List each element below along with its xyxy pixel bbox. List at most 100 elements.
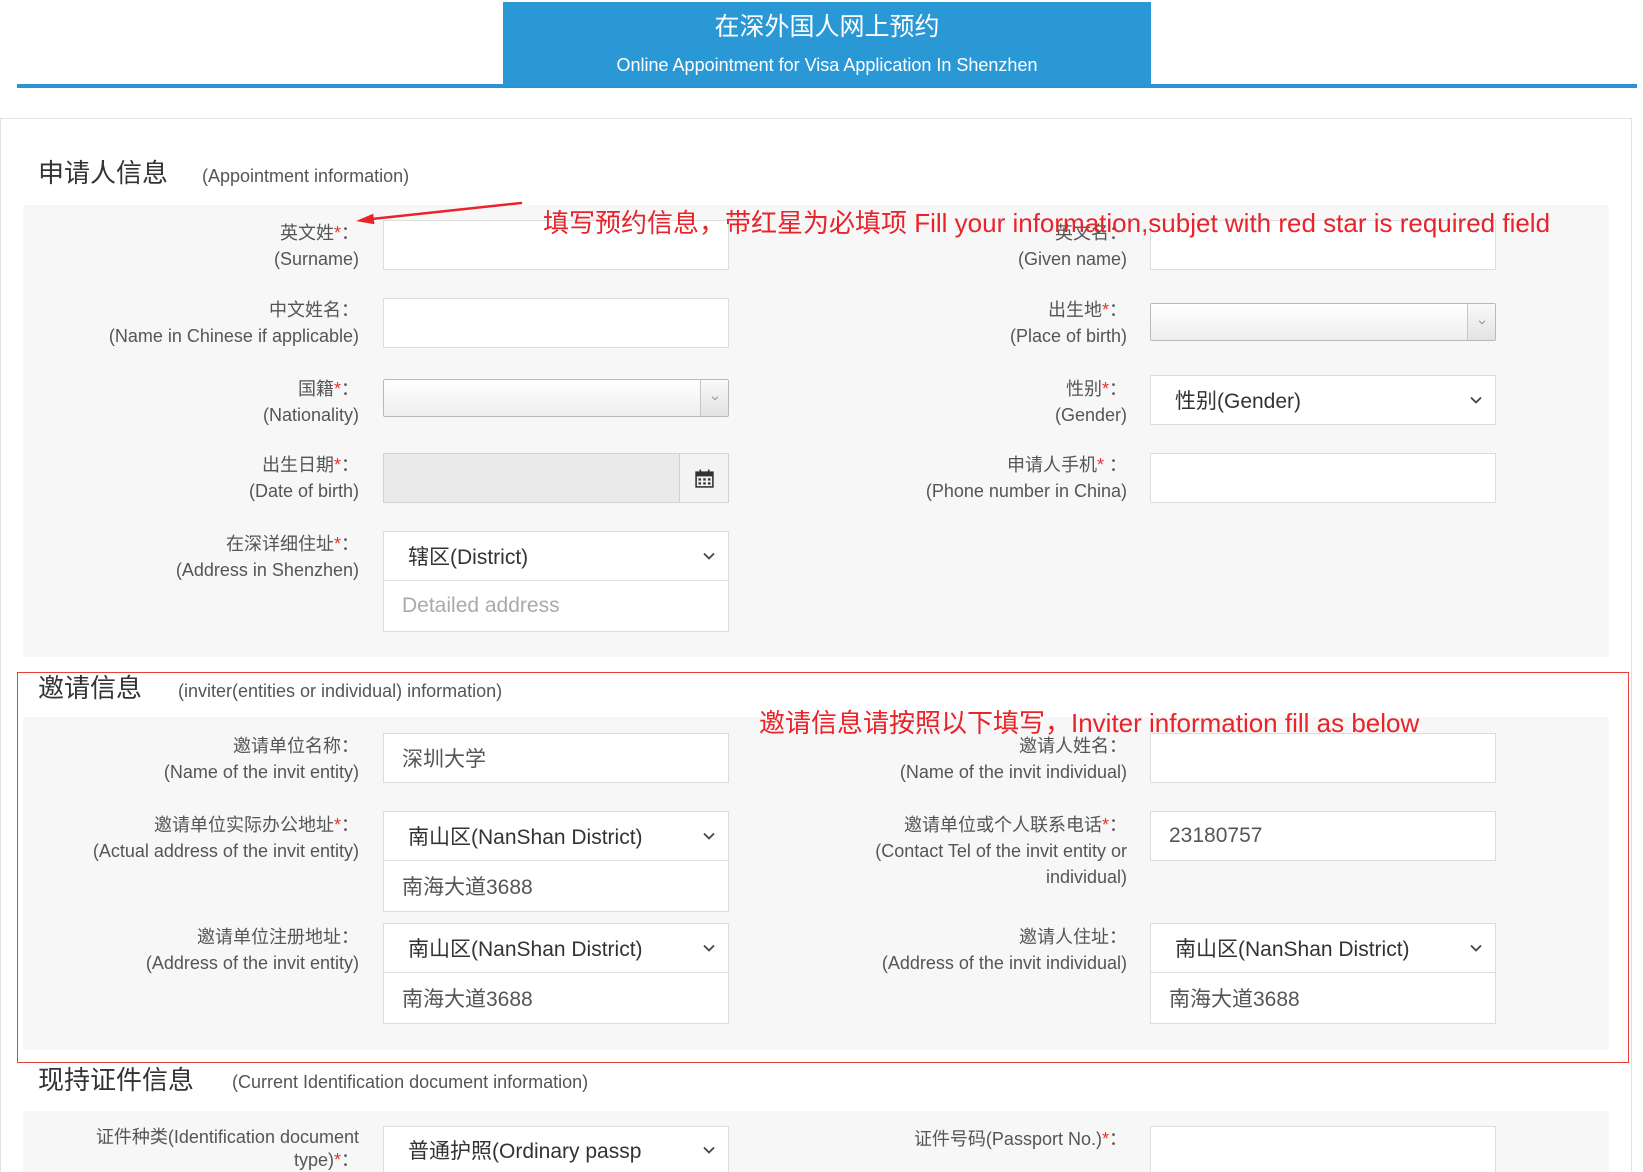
label-colon: ： xyxy=(341,1150,359,1170)
shenzhen-address-label: 在深详细住址*： (Address in Shenzhen) xyxy=(0,531,359,583)
required-star: * xyxy=(333,379,341,399)
chevron-down-icon xyxy=(703,944,715,952)
entity-name-input[interactable] xyxy=(383,733,729,783)
place-of-birth-label-en: (Place of birth) xyxy=(1009,326,1127,346)
applicant-section-subtitle: (Appointment information) xyxy=(202,166,410,186)
select-arrow-button[interactable] xyxy=(700,380,728,416)
place-of-birth-select[interactable] xyxy=(1150,303,1496,341)
required-star: * xyxy=(333,1150,341,1170)
chinese-name-label: 中文姓名： (Name in Chinese if applicable) xyxy=(0,297,359,349)
label-colon: ： xyxy=(341,300,359,320)
document-type-label-line2: type)*： xyxy=(0,1149,359,1172)
select-value xyxy=(1161,304,1465,340)
detailed-address-input[interactable] xyxy=(383,580,729,632)
required-star: * xyxy=(333,815,341,835)
nationality-label: 国籍*： (Nationality) xyxy=(0,376,359,428)
gender-select[interactable]: 性别(Gender) xyxy=(1150,375,1496,425)
required-star: * xyxy=(333,455,341,475)
label-text: 邀请单位注册地址 xyxy=(197,927,341,947)
label-colon: ： xyxy=(1109,927,1127,947)
chevron-down-icon xyxy=(703,1146,715,1154)
individual-name-label-en: (Name of the invit individual) xyxy=(899,762,1127,782)
given-name-label-en: (Given name) xyxy=(1017,249,1127,269)
date-of-birth-label: 出生日期*： (Date of birth) xyxy=(0,452,359,504)
calendar-button[interactable] xyxy=(679,454,728,502)
select-value: 南山区(NanShan District) xyxy=(1175,938,1410,961)
contact-tel-input[interactable] xyxy=(1150,811,1496,861)
label-text: 邀请单位实际办公地址 xyxy=(153,815,334,835)
individual-address-detail-input[interactable] xyxy=(1150,972,1496,1024)
inviter-instruction-note: 邀请信息请按照以下填写，Inviter information fill as … xyxy=(759,708,1420,738)
individual-address-label: 邀请人住址： (Address of the invit individual) xyxy=(760,924,1127,976)
required-star: * xyxy=(1096,455,1104,475)
individual-district-select[interactable]: 南山区(NanShan District) xyxy=(1150,923,1496,973)
document-type-label-line1: 证件种类(Identification document xyxy=(95,1127,359,1147)
phone-label-en: (Phone number in China) xyxy=(925,481,1127,501)
select-arrow-button[interactable] xyxy=(1467,304,1495,340)
shenzhen-address-label-en: (Address in Shenzhen) xyxy=(175,560,359,580)
phone-label: 申请人手机* ： (Phone number in China) xyxy=(760,452,1127,504)
place-of-birth-label-cn: 出生地*： xyxy=(760,297,1127,323)
entity-registered-district-select[interactable]: 南山区(NanShan District) xyxy=(383,923,729,973)
applicant-section-title: 申请人信息 xyxy=(38,158,169,188)
chinese-name-label-cn: 中文姓名： xyxy=(0,297,359,323)
contact-tel-label: 邀请单位或个人联系电话*： (Contact Tel of the invit … xyxy=(760,812,1127,890)
label-text: 申请人手机 xyxy=(1006,455,1097,475)
select-value: 普通护照(Ordinary passp xyxy=(408,1139,642,1163)
label-colon: ： xyxy=(1103,455,1127,475)
entity-registered-address-label-cn: 邀请单位注册地址： xyxy=(0,924,359,950)
header-title: 在深外国人网上预约 xyxy=(714,13,940,41)
entity-name-label-cn: 邀请单位名称： xyxy=(0,733,359,759)
place-of-birth-label: 出生地*： (Place of birth) xyxy=(760,297,1127,349)
label-colon: ： xyxy=(341,815,359,835)
date-of-birth-input[interactable] xyxy=(384,454,679,502)
entity-office-detail-input[interactable] xyxy=(383,860,729,912)
select-value: 南山区(NanShan District) xyxy=(408,826,643,849)
inviter-section-subtitle: (inviter(entities or individual) informa… xyxy=(178,681,503,701)
entity-name-label-en: (Name of the invit entity) xyxy=(163,762,359,782)
passport-number-label-cn: 证件号码(Passport No.)*： xyxy=(760,1126,1127,1152)
entity-registered-address-label: 邀请单位注册地址： (Address of the invit entity) xyxy=(0,924,359,976)
label-text: 中文姓名 xyxy=(269,300,341,320)
label-colon: ： xyxy=(1109,300,1127,320)
page: 在深外国人网上预约 Online Appointment for Visa Ap… xyxy=(0,0,1643,1172)
district-select[interactable]: 辖区(District) xyxy=(383,531,729,581)
required-star: * xyxy=(333,223,341,243)
entity-office-address-label-en: (Actual address of the invit entity) xyxy=(92,841,359,861)
required-star: * xyxy=(333,534,341,554)
individual-address-label-en: (Address of the invit individual) xyxy=(881,953,1127,973)
phone-input[interactable] xyxy=(1150,453,1496,503)
passport-number-input[interactable] xyxy=(1150,1126,1496,1172)
label-text: 英文姓 xyxy=(279,223,334,243)
surname-label: 英文姓*： (Surname) xyxy=(0,220,359,272)
passport-number-label: 证件号码(Passport No.)*： xyxy=(760,1126,1127,1152)
document-type-select[interactable]: 普通护照(Ordinary passp xyxy=(383,1126,729,1172)
entity-office-district-select[interactable]: 南山区(NanShan District) xyxy=(383,811,729,861)
chevron-down-icon xyxy=(1470,944,1482,952)
surname-label-cn: 英文姓*： xyxy=(0,220,359,246)
nationality-select[interactable] xyxy=(383,379,729,417)
nationality-label-en: (Nationality) xyxy=(262,405,359,425)
label-colon: ： xyxy=(1109,1129,1127,1149)
calendar-icon xyxy=(694,469,714,488)
label-text: 国籍 xyxy=(297,379,334,399)
label-text: type) xyxy=(293,1150,334,1170)
label-colon: ： xyxy=(341,223,359,243)
contact-tel-label-cn: 邀请单位或个人联系电话*： xyxy=(760,812,1127,838)
label-colon: ： xyxy=(341,455,359,475)
applicant-instruction-note: 填写预约信息，带红星为必填项 Fill your information,sub… xyxy=(543,208,1551,238)
entity-name-label: 邀请单位名称： (Name of the invit entity) xyxy=(0,733,359,785)
contact-tel-label-en-line1: (Contact Tel of the invit entity or xyxy=(875,841,1127,861)
label-text: 在深详细住址 xyxy=(225,534,334,554)
label-text: 邀请人住址 xyxy=(1019,927,1109,947)
label-text: 出生日期 xyxy=(261,455,334,475)
gender-label: 性别*： (Gender) xyxy=(760,376,1127,428)
chevron-down-icon xyxy=(1470,396,1482,404)
applicant-panel xyxy=(23,205,1609,657)
entity-registered-address-label-en: (Address of the invit entity) xyxy=(145,953,359,973)
header-banner: 在深外国人网上预约 Online Appointment for Visa Ap… xyxy=(503,2,1151,86)
entity-registered-detail-input[interactable] xyxy=(383,972,729,1024)
chinese-name-input[interactable] xyxy=(383,298,729,348)
label-colon: ： xyxy=(1109,815,1127,835)
label-colon: ： xyxy=(341,736,359,756)
